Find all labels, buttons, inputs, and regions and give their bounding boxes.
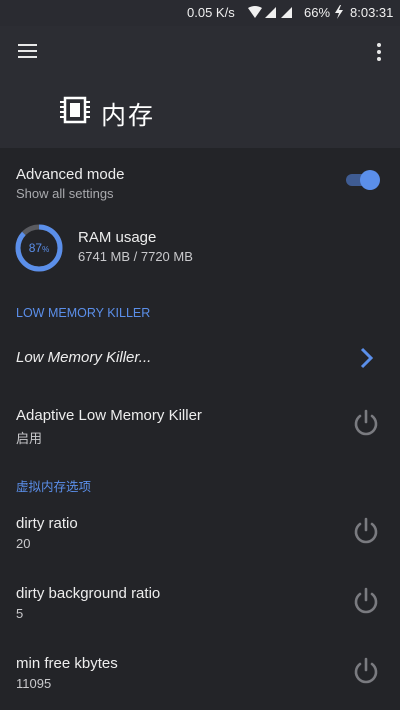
status-bar: 0.05 K/s 66% 8:03:31	[0, 0, 400, 26]
ram-usage-percent: 87%	[15, 224, 63, 272]
low-memory-killer-link[interactable]: Low Memory Killer...	[0, 330, 400, 386]
adaptive-lmk-value: 启用	[16, 431, 43, 446]
battery-level: 66%	[304, 5, 331, 20]
hamburger-menu-icon[interactable]	[8, 34, 48, 68]
clock: 8:03:31	[350, 5, 394, 20]
low-memory-killer-title: Low Memory Killer...	[16, 349, 152, 366]
toggle-thumb	[360, 170, 380, 190]
charging-bolt-icon	[335, 5, 343, 19]
app-bar: 内存	[0, 26, 400, 148]
signal-icon-2	[281, 7, 292, 18]
memory-chip-icon	[60, 96, 90, 124]
dirty-ratio-row[interactable]: dirty ratio 20	[0, 500, 400, 564]
min-free-kbytes-value: 11095	[16, 676, 52, 691]
advanced-mode-title: Advanced mode	[16, 166, 125, 183]
dirty-background-ratio-title: dirty background ratio	[16, 585, 161, 602]
advanced-mode-subtitle: Show all settings	[16, 186, 114, 201]
min-free-kbytes-row[interactable]: min free kbytes 11095	[0, 640, 400, 704]
advanced-mode-row[interactable]: Advanced mode Show all settings	[0, 148, 400, 212]
adaptive-lmk-row[interactable]: Adaptive Low Memory Killer 启用	[0, 392, 400, 456]
power-icon[interactable]	[352, 517, 380, 545]
advanced-mode-toggle[interactable]	[344, 170, 380, 190]
chevron-right-icon	[360, 347, 374, 369]
section-header-lmk: LOW MEMORY KILLER	[16, 306, 151, 320]
connectivity-icons	[248, 6, 292, 18]
ram-usage-title: RAM usage	[78, 229, 157, 246]
power-icon[interactable]	[352, 587, 380, 615]
adaptive-lmk-title: Adaptive Low Memory Killer	[16, 407, 202, 424]
min-free-kbytes-title: min free kbytes	[16, 655, 118, 672]
dirty-ratio-value: 20	[16, 536, 31, 551]
power-icon[interactable]	[352, 409, 380, 437]
signal-icon	[265, 7, 276, 18]
network-speed: 0.05 K/s	[187, 5, 235, 20]
wifi-icon	[248, 6, 262, 18]
ram-percent-value: 87	[28, 241, 43, 255]
dirty-background-ratio-value: 5	[16, 606, 24, 621]
more-options-icon[interactable]	[364, 36, 394, 68]
dirty-ratio-title: dirty ratio	[16, 515, 78, 532]
ram-percent-symbol: %	[42, 245, 50, 254]
section-header-virtual-memory: 虚拟内存选项	[16, 480, 92, 494]
ram-usage-detail: 6741 MB / 7720 MB	[78, 249, 193, 264]
screen: 0.05 K/s 66% 8:03:31 内存 Advanced mode Sh…	[0, 0, 400, 710]
page-title: 内存	[101, 101, 156, 130]
dirty-background-ratio-row[interactable]: dirty background ratio 5	[0, 570, 400, 634]
power-icon[interactable]	[352, 657, 380, 685]
